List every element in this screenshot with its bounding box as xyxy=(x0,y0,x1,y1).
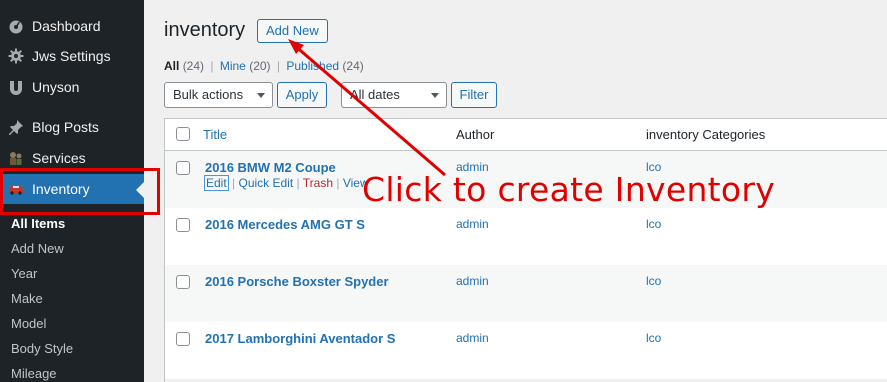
chevron-down-icon xyxy=(431,93,439,98)
submenu-mileage[interactable]: Mileage xyxy=(11,364,57,382)
dates-value: All dates xyxy=(350,87,400,102)
table-header: Title Author inventory Categories xyxy=(165,119,887,151)
filter-separator: | xyxy=(276,59,281,73)
row-checkbox[interactable] xyxy=(176,332,190,346)
filter-mine[interactable]: Mine xyxy=(220,59,246,73)
sidebar-item-label: Dashboard xyxy=(32,18,101,34)
submenu-body-style[interactable]: Body Style xyxy=(11,339,73,359)
trash-link[interactable]: Trash xyxy=(303,176,333,190)
row-title-link[interactable]: 2016 BMW M2 Coupe xyxy=(205,160,336,175)
submenu-model[interactable]: Model xyxy=(11,314,46,334)
submenu-all-items[interactable]: All Items xyxy=(11,214,65,234)
column-author: Author xyxy=(456,127,495,142)
row-category[interactable]: lco xyxy=(646,274,661,288)
row-checkbox[interactable] xyxy=(176,275,190,289)
pin-icon xyxy=(8,119,24,135)
status-filters: All (24) | Mine (20) | Published (24) xyxy=(164,59,364,73)
submenu-add-new[interactable]: Add New xyxy=(11,239,64,259)
filter-all-count: (24) xyxy=(182,59,205,73)
gear-icon xyxy=(8,48,24,64)
highlight-box-inventory xyxy=(0,168,160,215)
row-actions: Edit | Quick Edit | Trash | View xyxy=(204,175,369,191)
row-title-link[interactable]: 2016 Mercedes AMG GT S xyxy=(205,217,365,232)
row-checkbox[interactable] xyxy=(176,161,190,175)
table-row: 2017 Lamborghini Aventador S admin lco xyxy=(165,322,887,379)
filter-all[interactable]: All xyxy=(164,59,179,73)
sidebar-item-unyson[interactable]: Unyson xyxy=(0,72,144,102)
annotation-text: Click to create Inventory xyxy=(362,170,776,209)
submenu-make[interactable]: Make xyxy=(11,289,43,309)
row-action-separator: | xyxy=(296,176,300,190)
row-category[interactable]: lco xyxy=(646,331,661,345)
unyson-icon xyxy=(8,79,24,95)
row-author[interactable]: admin xyxy=(456,217,489,231)
sidebar-item-jws-settings[interactable]: Jws Settings xyxy=(0,41,144,71)
bulk-actions-select[interactable]: Bulk actions xyxy=(164,82,273,108)
sidebar-item-label: Unyson xyxy=(32,79,80,95)
sidebar-item-label: Blog Posts xyxy=(32,119,99,135)
sidebar-item-label: Services xyxy=(32,150,86,166)
table-row: 2016 Porsche Boxster Spyder admin lco xyxy=(165,265,887,322)
row-title-link[interactable]: 2017 Lamborghini Aventador S xyxy=(205,331,395,346)
filter-separator: | xyxy=(210,59,214,73)
submenu-year[interactable]: Year xyxy=(11,264,37,284)
select-all-checkbox[interactable] xyxy=(176,127,190,141)
dates-select[interactable]: All dates xyxy=(341,82,447,108)
chevron-down-icon xyxy=(257,93,265,98)
row-action-separator: | xyxy=(336,176,340,190)
add-new-button[interactable]: Add New xyxy=(257,19,328,43)
sidebar-item-label: Jws Settings xyxy=(32,48,111,64)
apply-button[interactable]: Apply xyxy=(277,82,327,108)
row-category[interactable]: lco xyxy=(646,217,661,231)
column-categories: inventory Categories xyxy=(646,127,766,142)
row-author[interactable]: admin xyxy=(456,274,489,288)
sidebar-item-blog-posts[interactable]: Blog Posts xyxy=(0,112,144,142)
page-title: inventory xyxy=(164,19,246,41)
quick-edit-link[interactable]: Quick Edit xyxy=(239,176,294,190)
row-checkbox[interactable] xyxy=(176,218,190,232)
posts-table: Title Author inventory Categories 2016 B… xyxy=(164,118,887,382)
services-icon xyxy=(8,150,24,166)
filter-button[interactable]: Filter xyxy=(451,82,497,108)
dashboard-icon xyxy=(8,18,24,34)
row-author[interactable]: admin xyxy=(456,331,489,345)
table-row: 2016 Mercedes AMG GT S admin lco xyxy=(165,208,887,265)
row-title-link[interactable]: 2016 Porsche Boxster Spyder xyxy=(205,274,389,289)
filter-mine-count: (20) xyxy=(249,59,271,73)
edit-link[interactable]: Edit xyxy=(204,175,229,191)
filter-published[interactable]: Published xyxy=(286,59,339,73)
row-action-separator: | xyxy=(232,176,236,190)
filter-published-count: (24) xyxy=(342,59,364,73)
bulk-actions-value: Bulk actions xyxy=(173,87,244,102)
column-title[interactable]: Title xyxy=(203,127,227,142)
sidebar-item-dashboard[interactable]: Dashboard xyxy=(0,11,144,41)
